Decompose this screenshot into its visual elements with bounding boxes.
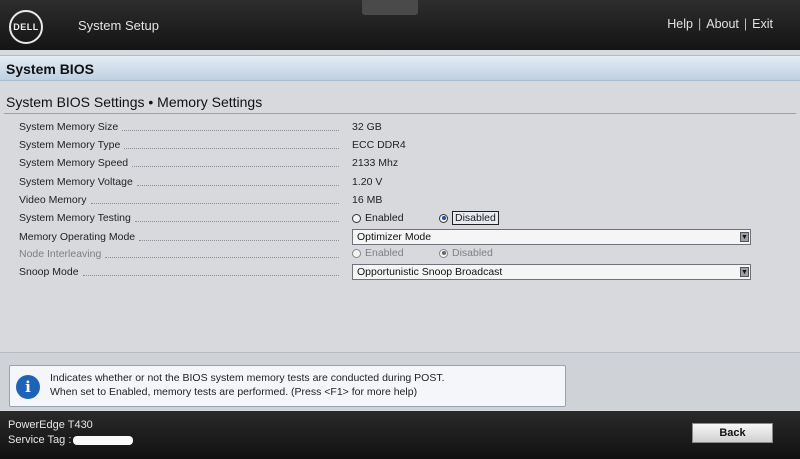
node-interleaving-radio-group: Enabled Disabled xyxy=(352,247,493,259)
service-tag: Service Tag : xyxy=(8,434,134,446)
separator: | xyxy=(697,17,702,31)
help-box: i Indicates whether or not the BIOS syst… xyxy=(9,365,566,407)
separator: | xyxy=(743,17,748,31)
memory-type-value: ECC DDR4 xyxy=(352,139,406,151)
dell-logo: DELL xyxy=(9,10,43,44)
model-name: PowerEdge T430 xyxy=(8,419,93,431)
memory-testing-enabled-radio[interactable]: Enabled xyxy=(352,212,439,224)
memory-testing-disabled-radio[interactable]: Disabled xyxy=(439,211,499,225)
radio-circle xyxy=(352,248,361,258)
top-bar: DELL System Setup Help | About | Exit xyxy=(0,0,800,50)
memory-size-value: 32 GB xyxy=(352,121,382,133)
memory-voltage-value: 1.20 V xyxy=(352,176,383,188)
setting-row-memory-speed: System Memory Speed 2133 Mhz xyxy=(0,155,800,172)
footer-bar: PowerEdge T430 Service Tag : Back xyxy=(0,411,800,459)
page-subtitle: System BIOS Settings • Memory Settings xyxy=(6,94,263,110)
setting-label: Node Interleaving xyxy=(19,248,339,260)
memory-testing-radio-group: Enabled Disabled xyxy=(352,211,499,225)
setting-row-memory-testing: System Memory Testing Enabled Disabled xyxy=(0,210,800,227)
section-header: System BIOS xyxy=(0,55,800,81)
setting-row-node-interleaving: Node Interleaving Enabled Disabled xyxy=(0,246,800,263)
setting-label: Memory Operating Mode xyxy=(19,231,339,243)
top-notch xyxy=(362,0,418,15)
setting-label: System Memory Type xyxy=(19,139,339,151)
top-links: Help | About | Exit xyxy=(667,17,773,31)
setting-row-operating-mode: Memory Operating Mode Optimizer Mode ▼ xyxy=(0,229,800,246)
setting-label: Video Memory xyxy=(19,194,339,206)
setting-label: System Memory Testing xyxy=(19,212,339,224)
setting-label: Snoop Mode xyxy=(19,266,339,278)
chevron-down-icon[interactable]: ▼ xyxy=(740,267,749,277)
setting-row-video-memory: Video Memory 16 MB xyxy=(0,192,800,209)
exit-link[interactable]: Exit xyxy=(752,17,773,31)
setting-row-memory-voltage: System Memory Voltage 1.20 V xyxy=(0,174,800,191)
setting-label: System Memory Speed xyxy=(19,157,339,169)
about-link[interactable]: About xyxy=(706,17,739,31)
setting-label: System Memory Size xyxy=(19,121,339,133)
chevron-down-icon[interactable]: ▼ xyxy=(740,232,749,242)
operating-mode-select[interactable]: Optimizer Mode ▼ xyxy=(352,229,751,245)
setting-row-memory-type: System Memory Type ECC DDR4 xyxy=(0,137,800,154)
setting-row-snoop-mode: Snoop Mode Opportunistic Snoop Broadcast… xyxy=(0,264,800,281)
setting-label: System Memory Voltage xyxy=(19,176,339,188)
redacted-service-tag xyxy=(73,435,134,445)
video-memory-value: 16 MB xyxy=(352,194,383,206)
section-title: System BIOS xyxy=(6,61,94,77)
node-interleaving-enabled-radio: Enabled xyxy=(352,247,439,259)
memory-speed-value: 2133 Mhz xyxy=(352,157,399,169)
app-title: System Setup xyxy=(78,18,159,33)
radio-circle-selected xyxy=(439,248,448,258)
radio-circle[interactable] xyxy=(352,213,361,223)
subtitle-divider xyxy=(4,113,796,114)
help-text: Indicates whether or not the BIOS system… xyxy=(50,372,445,398)
info-icon: i xyxy=(16,375,40,399)
help-link[interactable]: Help xyxy=(667,17,693,31)
setting-row-memory-size: System Memory Size 32 GB xyxy=(0,119,800,136)
radio-circle-selected[interactable] xyxy=(439,213,448,223)
back-button[interactable]: Back xyxy=(692,423,773,443)
node-interleaving-disabled-radio: Disabled xyxy=(439,247,493,259)
snoop-mode-select[interactable]: Opportunistic Snoop Broadcast ▼ xyxy=(352,264,751,280)
